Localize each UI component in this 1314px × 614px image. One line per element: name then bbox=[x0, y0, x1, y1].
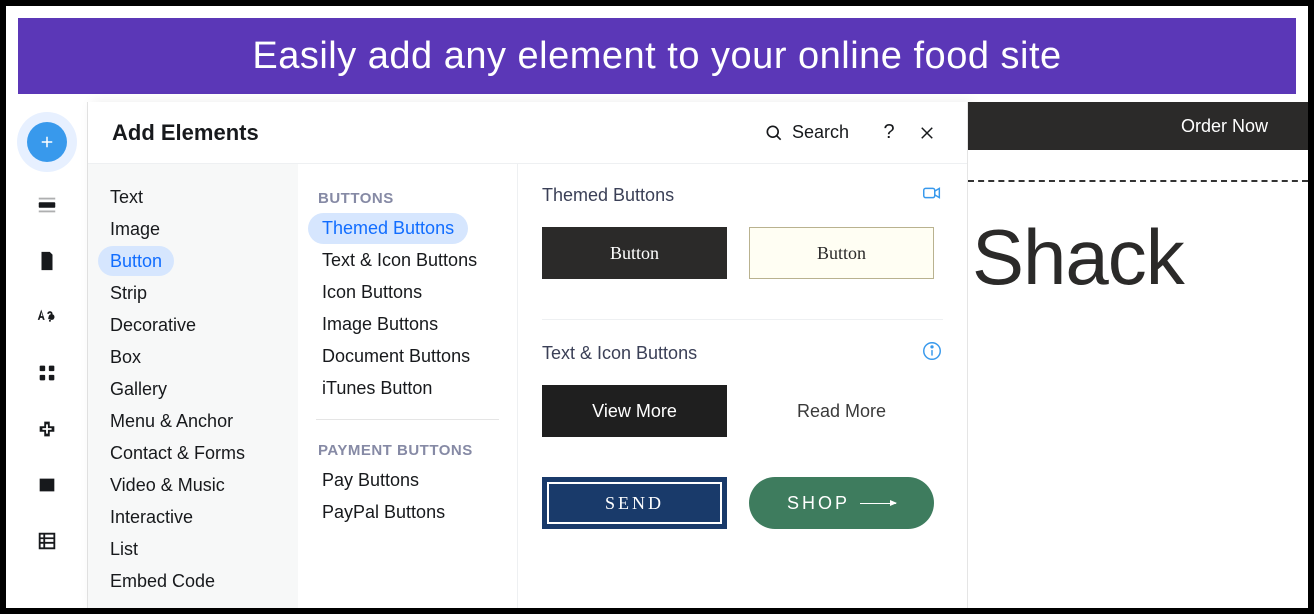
panel-title: Add Elements bbox=[112, 120, 764, 146]
add-element-button[interactable] bbox=[27, 122, 67, 162]
order-now-link[interactable]: Order Now bbox=[1181, 116, 1268, 137]
category-item[interactable]: Menu & Anchor bbox=[98, 406, 245, 436]
category-list: TextImageButtonStripDecorativeBoxGallery… bbox=[88, 164, 298, 608]
view-more-button[interactable]: View More bbox=[542, 385, 727, 437]
brand-logo-text: Shack bbox=[968, 212, 1308, 303]
category-item[interactable]: Contact & Forms bbox=[98, 438, 257, 468]
category-item[interactable]: Text bbox=[98, 182, 155, 212]
add-elements-panel: Add Elements Search ? TextImageButtonStr… bbox=[88, 102, 968, 608]
dashed-divider bbox=[968, 180, 1308, 182]
apps-icon[interactable] bbox=[34, 360, 60, 386]
subcategory-item[interactable]: Pay Buttons bbox=[308, 465, 433, 496]
themed-button-light[interactable]: Button bbox=[749, 227, 934, 279]
category-item[interactable]: List bbox=[98, 534, 150, 564]
category-item[interactable]: Interactive bbox=[98, 502, 205, 532]
themed-button-dark[interactable]: Button bbox=[542, 227, 727, 279]
section-title-themed: Themed Buttons bbox=[542, 185, 674, 206]
category-item[interactable]: Box bbox=[98, 342, 153, 372]
subcategory-item[interactable]: Text & Icon Buttons bbox=[308, 245, 491, 276]
category-item[interactable]: Button bbox=[98, 246, 174, 276]
subgroup-label: PAYMENT BUTTONS bbox=[308, 434, 507, 465]
subcategory-list: BUTTONSThemed ButtonsText & Icon Buttons… bbox=[298, 164, 518, 608]
promo-banner-text: Easily add any element to your online fo… bbox=[252, 35, 1061, 78]
section-icon[interactable] bbox=[34, 192, 60, 218]
site-preview: Order Now Shack bbox=[968, 102, 1308, 608]
subcategory-item[interactable]: Themed Buttons bbox=[308, 213, 468, 244]
category-item[interactable]: Video & Music bbox=[98, 470, 237, 500]
category-item[interactable]: Gallery bbox=[98, 374, 179, 404]
category-item[interactable]: Image bbox=[98, 214, 172, 244]
preview-nav: Order Now bbox=[968, 102, 1308, 150]
category-item[interactable]: Decorative bbox=[98, 310, 208, 340]
arrow-icon bbox=[860, 503, 896, 504]
subcategory-item[interactable]: Document Buttons bbox=[308, 341, 484, 372]
shop-button-label: SHOP bbox=[787, 493, 850, 514]
info-icon[interactable] bbox=[921, 340, 943, 367]
subcategory-item[interactable]: Image Buttons bbox=[308, 309, 452, 340]
shop-button[interactable]: SHOP bbox=[749, 477, 934, 529]
search-button[interactable]: Search bbox=[764, 122, 849, 143]
subgroup-label: BUTTONS bbox=[308, 182, 507, 213]
subcategory-item[interactable]: Icon Buttons bbox=[308, 277, 436, 308]
search-label: Search bbox=[792, 122, 849, 143]
data-icon[interactable] bbox=[34, 528, 60, 554]
tool-rail bbox=[6, 102, 88, 608]
category-item[interactable]: Strip bbox=[98, 278, 159, 308]
send-button[interactable]: SEND bbox=[542, 477, 727, 529]
help-button[interactable]: ? bbox=[873, 117, 905, 149]
category-item[interactable]: Embed Code bbox=[98, 566, 227, 596]
subcategory-item[interactable]: PayPal Buttons bbox=[308, 497, 459, 528]
section-divider bbox=[542, 319, 943, 320]
video-help-icon[interactable] bbox=[921, 182, 943, 209]
subcategory-item[interactable]: iTunes Button bbox=[308, 373, 446, 404]
page-icon[interactable] bbox=[34, 248, 60, 274]
element-preview-area: Themed Buttons Button Button Text & Icon… bbox=[518, 164, 967, 608]
media-icon[interactable] bbox=[34, 472, 60, 498]
read-more-button[interactable]: Read More bbox=[749, 385, 934, 437]
close-button[interactable] bbox=[911, 117, 943, 149]
theme-icon[interactable] bbox=[34, 304, 60, 330]
plugin-icon[interactable] bbox=[34, 416, 60, 442]
promo-banner: Easily add any element to your online fo… bbox=[15, 15, 1299, 97]
section-title-texticon: Text & Icon Buttons bbox=[542, 343, 697, 364]
